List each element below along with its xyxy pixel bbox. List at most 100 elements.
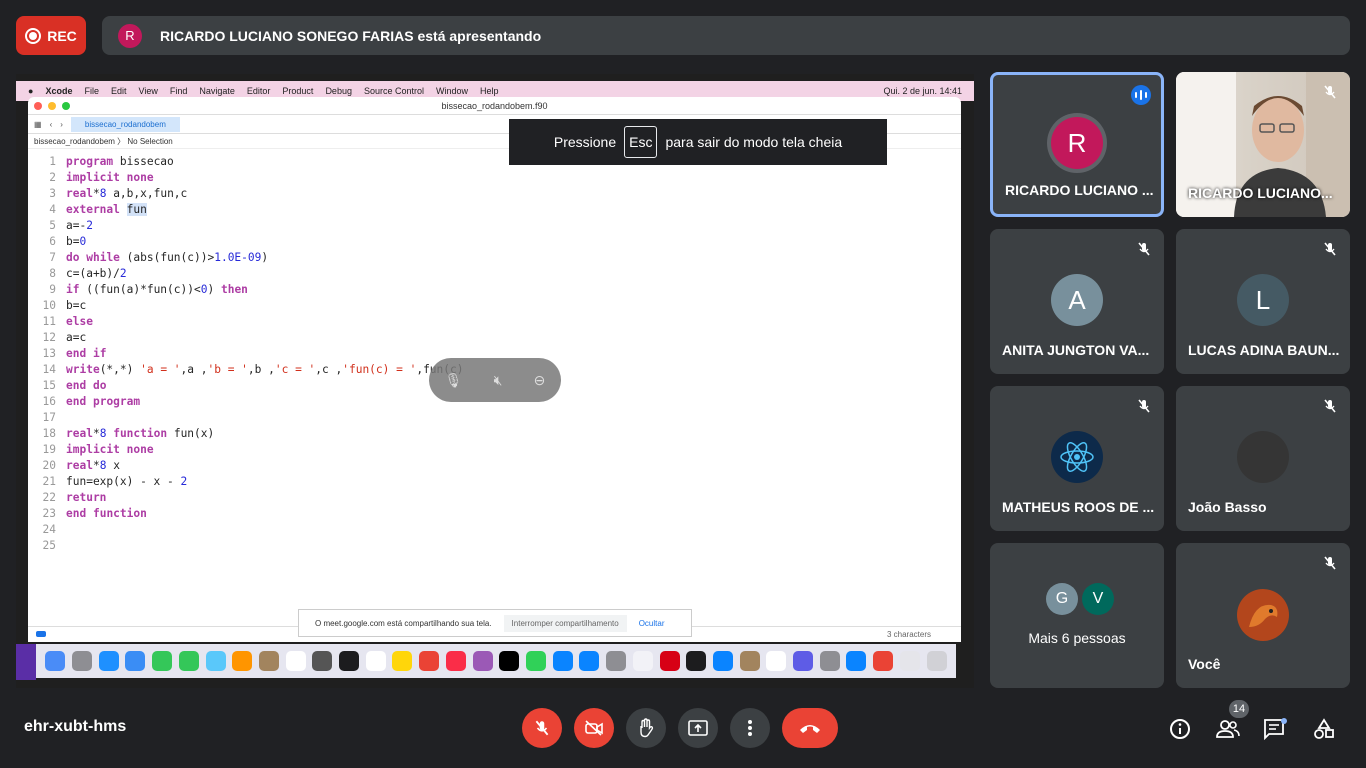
menu-find: Find: [169, 86, 188, 96]
line-number: 6: [49, 235, 56, 248]
meeting-details-button[interactable]: [1167, 716, 1193, 742]
participant-tile[interactable]: RICARDO LUCIANO...: [1176, 72, 1350, 217]
downloads-icon: [899, 651, 920, 671]
mac-dock: [36, 644, 956, 678]
activity-monitor-icon: [686, 651, 707, 671]
line-number: 22: [42, 491, 56, 504]
code-text: end program: [66, 395, 141, 408]
leave-call-button[interactable]: [782, 708, 838, 748]
line-number: 16: [42, 395, 56, 408]
shared-screen: ● Xcode File Edit View Find Navigate Edi…: [16, 74, 974, 688]
participant-name: MATHEUS ROOS DE ...: [1002, 499, 1155, 515]
desktop-wallpaper: [16, 644, 36, 680]
code-text: b=0: [66, 235, 87, 248]
hint-after: para sair do modo tela cheia: [665, 134, 843, 150]
self-tile[interactable]: Você: [1176, 543, 1350, 688]
menu-product: Product: [282, 86, 314, 96]
participant-tile[interactable]: MATHEUS ROOS DE ...: [990, 386, 1164, 531]
record-icon: [25, 27, 42, 44]
activities-button[interactable]: [1311, 716, 1337, 742]
back-icon: ‹: [49, 119, 53, 129]
podcasts-icon: [472, 651, 493, 671]
recording-indicator: REC: [16, 16, 86, 55]
participant-name: Você: [1188, 656, 1221, 672]
photos-icon: [232, 651, 253, 671]
line-number: 18: [42, 427, 56, 440]
mail-icon: [125, 651, 146, 671]
code-editor: 1 program bissecao 2 implicit none 3 real*8 a…: [28, 154, 961, 554]
camera-toggle-button[interactable]: [574, 708, 614, 748]
line-number: 15: [42, 379, 56, 392]
code-line: 2 implicit none: [28, 170, 961, 186]
maps-icon: [205, 651, 226, 671]
screenshot-icon: [312, 651, 333, 671]
participant-name: ANITA JUNGTON VA...: [1002, 342, 1150, 358]
participant-name: LUCAS ADINA BAUN...: [1188, 342, 1340, 358]
esc-key: Esc: [624, 126, 658, 158]
line-number: 3: [49, 187, 56, 200]
chat-button[interactable]: [1262, 716, 1288, 742]
presentation-floating-controls: 🎙︎ 🔇︎ ⊖: [429, 358, 561, 402]
code-line: 7 do while (abs(fun(c))>1.0E-09): [28, 250, 961, 266]
participant-name: RICARDO LUCIANO ...: [1005, 182, 1154, 198]
code-line: 4 external fun: [28, 202, 961, 218]
line-number: 24: [42, 523, 56, 536]
code-line: 23 end function: [28, 506, 961, 522]
raise-hand-button[interactable]: [626, 708, 666, 748]
line-number: 9: [49, 283, 56, 296]
people-count-badge: 14: [1229, 700, 1249, 718]
xcode-dock-icon: [846, 651, 867, 671]
participant-tile[interactable]: R RICARDO LUCIANO ...: [990, 72, 1164, 217]
music-icon: [445, 651, 466, 671]
menu-editor: Editor: [246, 86, 271, 96]
menubar-app: Xcode: [45, 86, 73, 96]
more-options-button[interactable]: [730, 708, 770, 748]
line-number: 13: [42, 347, 56, 360]
speaker-off-icon: 🔇︎: [493, 371, 503, 388]
presenter-avatar: R: [118, 23, 142, 48]
atom-avatar-icon: [1051, 431, 1103, 483]
line-number: 2: [49, 171, 56, 184]
line-number: 12: [42, 331, 56, 344]
code-line: 18 real*8 function fun(x): [28, 426, 961, 442]
code-line: 3 real*8 a,b,x,fun,c: [28, 186, 961, 202]
participant-tile[interactable]: João Basso: [1176, 386, 1350, 531]
participant-tile[interactable]: A ANITA JUNGTON VA...: [990, 229, 1164, 374]
mic-toggle-button[interactable]: [522, 708, 562, 748]
code-text: c=(a+b)/2: [66, 267, 127, 280]
code-text: return: [66, 491, 107, 504]
people-button[interactable]: [1215, 716, 1241, 742]
mic-off-icon: [1320, 396, 1340, 416]
code-text: else: [66, 315, 93, 328]
participant-avatar: A: [1051, 274, 1103, 326]
code-text: end do: [66, 379, 107, 392]
preview-icon: [793, 651, 814, 671]
share-message: O meet.google.com está compartilhando su…: [315, 618, 492, 628]
code-text: real*8 a,b,x,fun,c: [66, 187, 188, 200]
info-icon: [1170, 719, 1190, 739]
app-red-icon: [659, 651, 680, 671]
minus-circle-icon: ⊖: [533, 371, 546, 388]
debug-area-icon: [36, 631, 46, 637]
people-icon: [1216, 720, 1240, 738]
code-text: a=-2: [66, 219, 93, 232]
participant-avatar: V: [1082, 583, 1114, 615]
fullscreen-hint: Pressione Esc para sair do modo tela che…: [509, 119, 887, 165]
more-participants-tile[interactable]: G V Mais 6 pessoas: [990, 543, 1164, 688]
activities-icon: [1314, 718, 1334, 739]
code-text: end if: [66, 347, 107, 360]
participant-name: João Basso: [1188, 499, 1267, 515]
tex-icon: [819, 651, 840, 671]
utility-icon: [739, 651, 760, 671]
participant-avatar: [1237, 431, 1289, 483]
participant-tile[interactable]: L LUCAS ADINA BAUN...: [1176, 229, 1350, 374]
code-line: 24: [28, 522, 961, 538]
mic-off-icon: [535, 720, 549, 736]
apple-icon: ●: [28, 86, 34, 96]
code-text: b=c: [66, 299, 87, 312]
menu-window: Window: [436, 86, 469, 96]
present-screen-button[interactable]: [678, 708, 718, 748]
app-store-icon: [579, 651, 600, 671]
launchpad-icon: [72, 651, 93, 671]
facetime-icon: [152, 651, 173, 671]
